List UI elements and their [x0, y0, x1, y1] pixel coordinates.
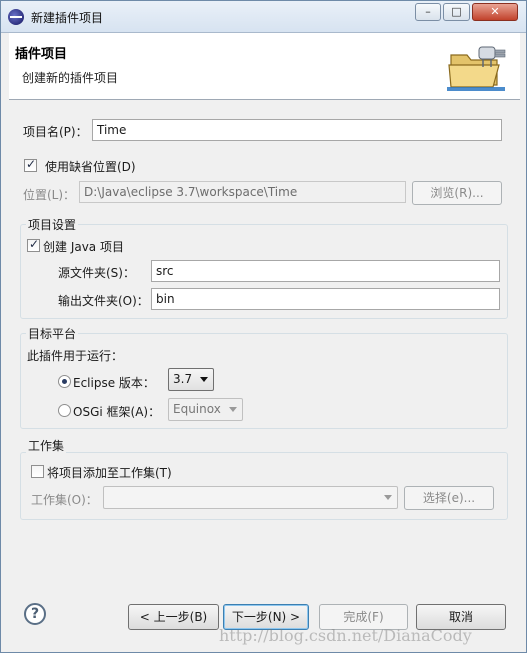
- use-default-location-label[interactable]: 使用缺省位置(D): [45, 158, 136, 175]
- chevron-down-icon: [200, 377, 208, 382]
- osgi-framework-radio[interactable]: [58, 404, 71, 417]
- output-folder-input[interactable]: bin: [151, 288, 500, 310]
- eclipse-app-icon: [8, 9, 24, 25]
- location-input[interactable]: D:\Java\eclipse 3.7\workspace\Time: [79, 181, 406, 203]
- maximize-button[interactable]: □: [443, 3, 470, 21]
- working-set-title: 工作集: [26, 437, 67, 454]
- project-name-input[interactable]: Time: [92, 119, 502, 141]
- eclipse-version-value: 3.7: [173, 372, 193, 386]
- title-bar[interactable]: 新建插件项目 – □ ✕: [1, 1, 526, 33]
- window-title: 新建插件项目: [31, 11, 104, 25]
- chevron-down-icon: [229, 407, 237, 412]
- chevron-down-icon: [384, 495, 392, 500]
- use-default-location-checkbox[interactable]: [24, 157, 37, 172]
- project-settings-title: 项目设置: [26, 216, 79, 233]
- osgi-framework-select[interactable]: Equinox: [168, 398, 243, 421]
- source-folder-input[interactable]: src: [151, 260, 500, 282]
- create-java-project-checkbox[interactable]: [27, 237, 40, 252]
- close-button[interactable]: ✕: [472, 3, 518, 21]
- select-working-set-button[interactable]: 选择(e)...: [404, 486, 494, 510]
- browse-button[interactable]: 浏览(R)...: [412, 181, 502, 205]
- run-with-label: 此插件用于运行：: [27, 349, 124, 363]
- help-icon[interactable]: ?: [24, 603, 46, 625]
- page-title: 插件项目: [15, 47, 68, 62]
- create-java-project-label[interactable]: 创建 Java 项目: [43, 238, 124, 255]
- maximize-icon: □: [451, 5, 462, 18]
- output-folder-label: 输出文件夹(O)：: [58, 294, 149, 308]
- watermark: http://blog.csdn.net/DianaCody: [219, 626, 472, 645]
- minimize-button[interactable]: –: [415, 3, 441, 21]
- target-platform-title: 目标平台: [26, 325, 79, 342]
- working-sets-label: 工作集(O)：: [31, 493, 98, 507]
- project-name-label: 项目名(P)：: [23, 125, 88, 139]
- wizard-window: 新建插件项目 – □ ✕ 插件项目 创建新的插件项目 项目名(P)： Time …: [0, 0, 527, 653]
- back-button[interactable]: < 上一步(B): [128, 604, 219, 630]
- eclipse-version-select[interactable]: 3.7: [168, 368, 214, 391]
- working-sets-select[interactable]: [103, 486, 398, 509]
- add-to-working-set-checkbox[interactable]: [31, 465, 44, 478]
- osgi-framework-label[interactable]: OSGi 框架(A)：: [73, 403, 160, 420]
- location-label: 位置(L)：: [23, 188, 76, 202]
- page-description: 创建新的插件项目: [22, 71, 119, 85]
- eclipse-version-label[interactable]: Eclipse 版本：: [73, 374, 155, 391]
- wizard-header: 插件项目 创建新的插件项目: [9, 33, 520, 100]
- wizard-folder-plugin-icon: [447, 46, 506, 91]
- eclipse-version-radio[interactable]: [58, 375, 71, 388]
- osgi-framework-value: Equinox: [173, 402, 221, 416]
- add-to-working-set-label[interactable]: 将项目添加至工作集(T): [47, 464, 172, 481]
- minimize-icon: –: [425, 5, 431, 18]
- close-icon: ✕: [490, 5, 500, 18]
- source-folder-label: 源文件夹(S)：: [58, 266, 135, 280]
